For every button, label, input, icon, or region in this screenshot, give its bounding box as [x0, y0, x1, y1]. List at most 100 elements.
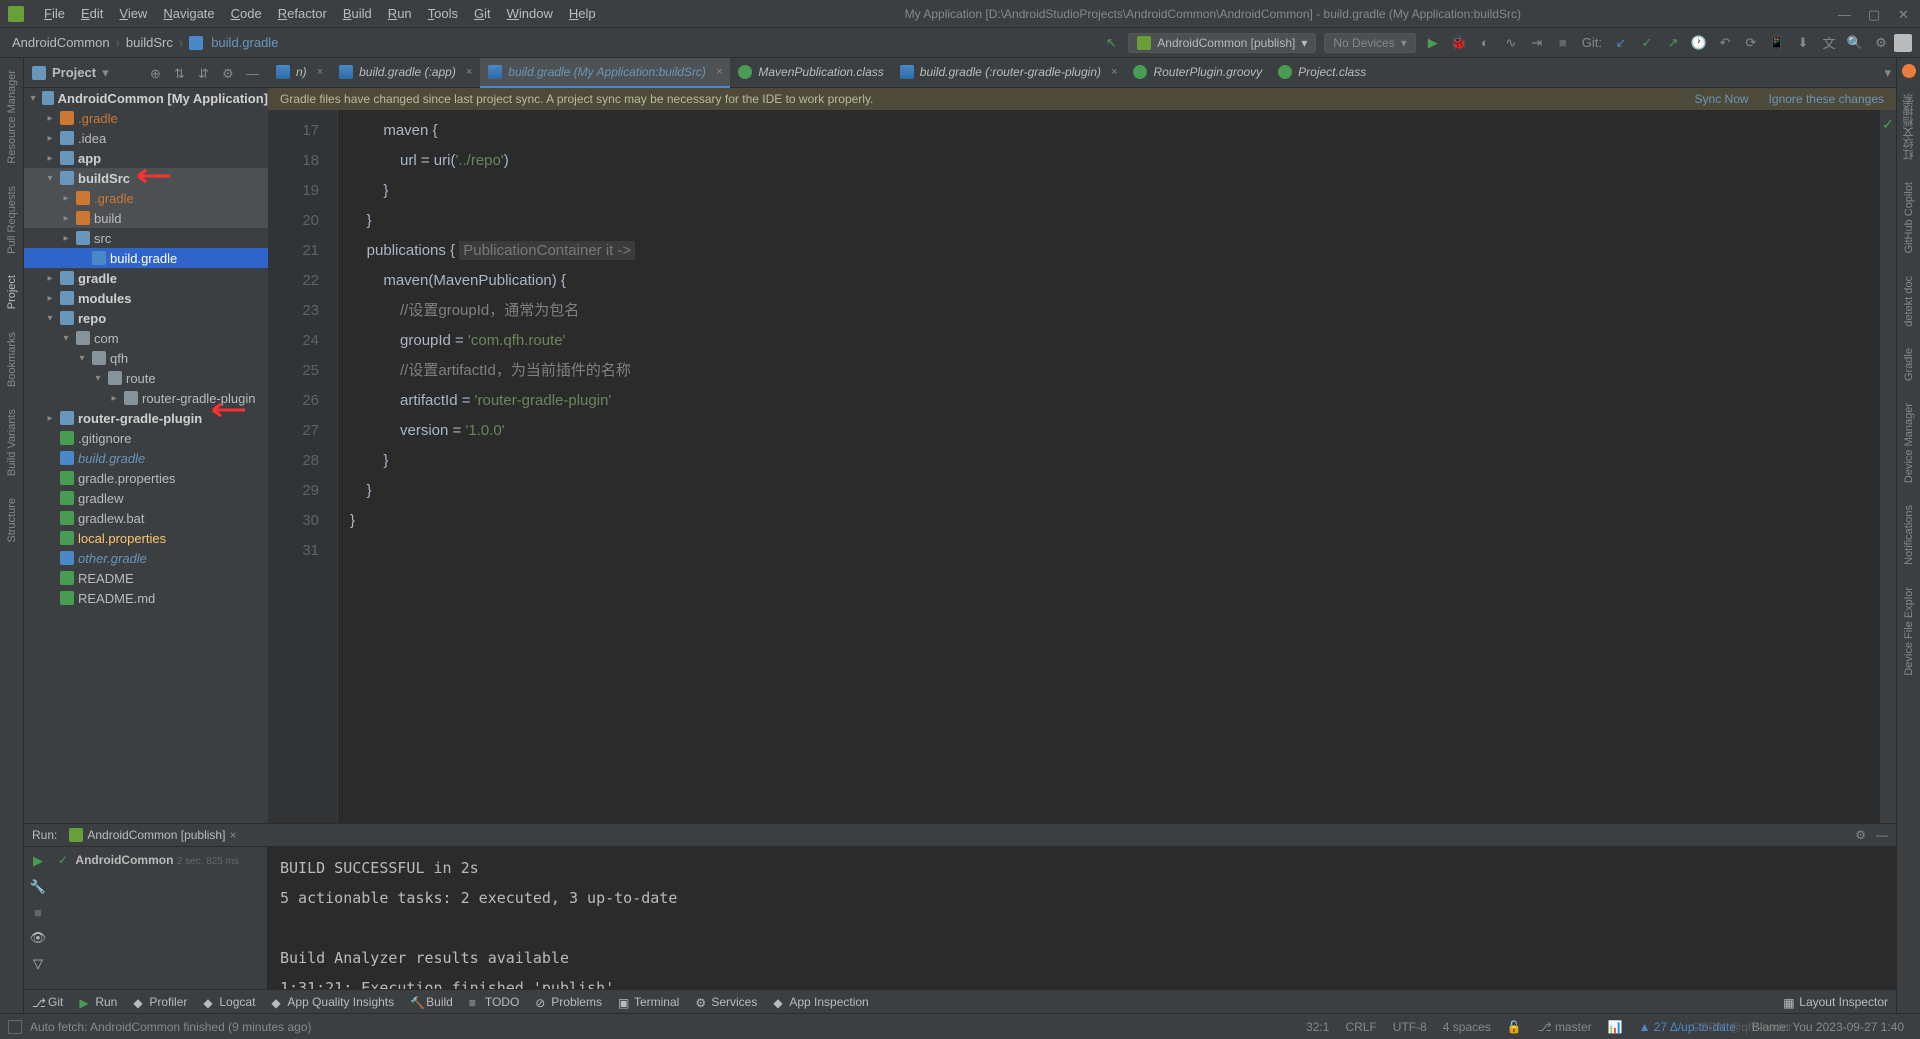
tree-item[interactable]: ▸.idea — [24, 128, 268, 148]
editor-tab[interactable]: build.gradle (:app)× — [331, 58, 480, 88]
editor-gutter[interactable]: 171819202122232425262728293031 — [268, 110, 338, 823]
push-icon[interactable]: ↗ — [1664, 34, 1682, 52]
run-output[interactable]: BUILD SUCCESSFUL in 2s 5 actionable task… — [268, 847, 1896, 989]
tree-item[interactable]: ▾com — [24, 328, 268, 348]
search-icon[interactable]: 🔍 — [1846, 34, 1864, 52]
line-separator[interactable]: CRLF — [1337, 1020, 1384, 1034]
tool-todo[interactable]: ≡TODO — [469, 995, 519, 1009]
tool-project[interactable]: Project — [6, 269, 18, 315]
tool-红纹文档搜索[interactable]: 红纹文档搜索 — [1901, 88, 1917, 166]
tree-item[interactable]: README.md — [24, 588, 268, 608]
wrench-icon[interactable]: 🔧 — [30, 879, 46, 895]
stop-icon[interactable]: ■ — [34, 905, 42, 920]
run-icon[interactable]: ▶ — [1424, 34, 1442, 52]
breadcrumb[interactable]: buildSrc — [122, 35, 177, 50]
tree-item[interactable]: ▸modules — [24, 288, 268, 308]
tree-item[interactable]: ▸.gradle — [24, 108, 268, 128]
close-tab-icon[interactable]: × — [1111, 66, 1117, 78]
tree-item[interactable]: .gitignore — [24, 428, 268, 448]
tool-github-copilot[interactable]: GitHub Copilot — [1903, 176, 1915, 260]
menu-build[interactable]: Build — [335, 6, 380, 21]
rollback-icon[interactable]: ↶ — [1716, 34, 1734, 52]
history-icon[interactable]: 🕐 — [1690, 34, 1708, 52]
file-encoding[interactable]: UTF-8 — [1385, 1020, 1435, 1034]
tool-build-variants[interactable]: Build Variants — [6, 403, 18, 482]
sync-icon[interactable]: ⟳ — [1742, 34, 1760, 52]
tool-bookmarks[interactable]: Bookmarks — [6, 326, 18, 393]
chevron-down-icon[interactable]: ▾ — [1884, 65, 1891, 81]
menu-window[interactable]: Window — [499, 6, 561, 21]
menu-view[interactable]: View — [111, 6, 155, 21]
editor-tab[interactable]: RouterPlugin.groovy — [1125, 58, 1270, 88]
gear-icon[interactable]: ⚙ — [1855, 828, 1866, 842]
ignore-changes-link[interactable]: Ignore these changes — [1769, 92, 1884, 106]
minimize-icon[interactable]: — — [1838, 7, 1852, 21]
editor-tab[interactable]: build.gradle (My Application:buildSrc)× — [480, 58, 730, 88]
tool-profiler[interactable]: ◆Profiler — [133, 995, 187, 1009]
tool-notifications[interactable]: Notifications — [1903, 499, 1915, 571]
menu-code[interactable]: Code — [223, 6, 270, 21]
tree-item[interactable]: ▾qfh — [24, 348, 268, 368]
maximize-icon[interactable]: ▢ — [1868, 7, 1882, 21]
tree-root[interactable]: ▾ AndroidCommon [My Application] — [24, 88, 268, 108]
caret-position[interactable]: 32:1 — [1298, 1020, 1337, 1034]
editor-tab[interactable]: n)× — [268, 58, 331, 88]
tree-item[interactable]: ▸gradle — [24, 268, 268, 288]
hide-icon[interactable]: — — [246, 66, 260, 80]
menu-file[interactable]: File — [36, 6, 73, 21]
breadcrumb[interactable]: build.gradle — [207, 35, 282, 50]
hide-icon[interactable]: — — [1876, 828, 1888, 842]
project-panel-title[interactable]: Project — [52, 65, 96, 80]
close-icon[interactable]: ✕ — [1898, 7, 1912, 21]
tree-item[interactable]: gradle.properties — [24, 468, 268, 488]
sdk-icon[interactable]: ⬇ — [1794, 34, 1812, 52]
avatar[interactable] — [1894, 34, 1912, 52]
close-tab-icon[interactable]: × — [317, 66, 323, 78]
update-icon[interactable]: ↙ — [1612, 34, 1630, 52]
tree-item[interactable]: build.gradle — [24, 448, 268, 468]
tree-item[interactable]: ▸app — [24, 148, 268, 168]
commit-icon[interactable]: ✓ — [1638, 34, 1656, 52]
attach-icon[interactable]: ⇥ — [1528, 34, 1546, 52]
tool-problems[interactable]: ⊘Problems — [535, 995, 602, 1009]
layout-inspector-button[interactable]: ▦ Layout Inspector — [1783, 995, 1888, 1009]
filter-icon[interactable]: ▽ — [33, 956, 43, 972]
debug-icon[interactable]: 🐞 — [1450, 34, 1468, 52]
menu-edit[interactable]: Edit — [73, 6, 111, 21]
tool-device-manager[interactable]: Device Manager — [1903, 397, 1915, 489]
close-tab-icon[interactable]: × — [229, 828, 236, 842]
breadcrumb[interactable]: AndroidCommon — [8, 35, 114, 50]
menu-navigate[interactable]: Navigate — [155, 6, 222, 21]
sync-now-link[interactable]: Sync Now — [1695, 92, 1749, 106]
tool-run[interactable]: ▶Run — [79, 995, 117, 1009]
gear-icon[interactable]: ⚙ — [222, 66, 236, 80]
tree-item[interactable]: ▸router-gradle-plugin — [24, 388, 268, 408]
tool-app-quality-insights[interactable]: ◆App Quality Insights — [271, 995, 394, 1009]
tree-item[interactable]: gradlew.bat — [24, 508, 268, 528]
editor-tab[interactable]: build.gradle (:router-gradle-plugin)× — [892, 58, 1126, 88]
tool-resource-manager[interactable]: Resource Manager — [6, 64, 18, 170]
tool-git[interactable]: ⎇Git — [32, 995, 63, 1009]
editor-tab[interactable]: Project.class — [1270, 58, 1374, 88]
tree-item[interactable]: other.gradle — [24, 548, 268, 568]
project-tree[interactable]: ▾ AndroidCommon [My Application] ▸.gradl… — [24, 88, 268, 823]
settings-icon[interactable]: ⚙ — [1872, 34, 1890, 52]
view-icon[interactable]: 👁 — [30, 930, 47, 946]
tool-windows-icon[interactable] — [8, 1020, 22, 1034]
git-branch[interactable]: ⎇ master — [1530, 1020, 1600, 1034]
tree-item[interactable]: README — [24, 568, 268, 588]
avd-icon[interactable]: 📱 — [1768, 34, 1786, 52]
tree-item[interactable]: build.gradle — [24, 248, 268, 268]
coverage-icon[interactable]: ◐ — [1476, 34, 1494, 52]
back-icon[interactable]: ↖ — [1102, 34, 1120, 52]
select-target-icon[interactable]: ⊕ — [150, 66, 164, 80]
tool-structure[interactable]: Structure — [6, 492, 18, 549]
tree-item[interactable]: ▸src — [24, 228, 268, 248]
tree-item[interactable]: ▸.gradle — [24, 188, 268, 208]
indent-info[interactable]: 4 spaces — [1435, 1020, 1499, 1034]
editor-tab[interactable]: MavenPublication.class — [730, 58, 891, 88]
tree-item[interactable]: ▸build — [24, 208, 268, 228]
expand-icon[interactable]: ⇅ — [174, 66, 188, 80]
tool-logcat[interactable]: ◆Logcat — [203, 995, 255, 1009]
run-tab-label[interactable]: AndroidCommon [publish] — [87, 828, 225, 842]
